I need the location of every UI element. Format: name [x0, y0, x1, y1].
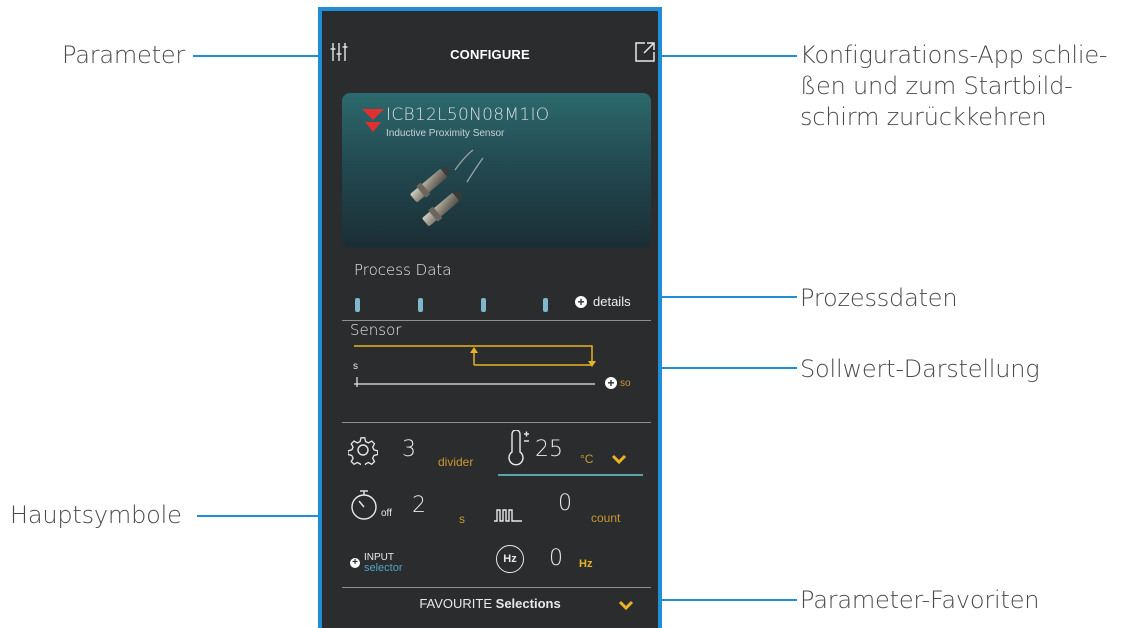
temperature-underline — [498, 474, 643, 476]
so-button[interactable]: + so — [605, 377, 631, 389]
brand-logo-icon — [362, 109, 384, 133]
app-screen: CONFIGURE ICB12L50N08M1IO Inductive Prox… — [322, 11, 658, 628]
callout-close-app-line1: Konfigurations-App schlie- — [800, 41, 1108, 69]
sensor-label: Sensor — [350, 321, 402, 339]
favourite-bold: Selections — [495, 596, 561, 611]
callout-close-app: Konfigurations-App schlie- ßen und zum S… — [800, 40, 1108, 133]
callout-line-process-data — [640, 296, 797, 298]
external-link-icon[interactable] — [634, 41, 656, 63]
selector-label: selector — [364, 562, 403, 574]
favourite-prefix: FAVOURITE — [419, 596, 493, 611]
favourite-selections[interactable]: FAVOURITE Selections — [322, 596, 658, 611]
frequency-value: 0 — [549, 546, 563, 571]
chevron-down-icon[interactable] — [618, 598, 634, 611]
thermometer-icon[interactable] — [506, 429, 530, 466]
process-data-label: Process Data — [354, 261, 452, 279]
stopwatch-icon[interactable] — [350, 489, 380, 521]
hz-icon[interactable]: Hz — [496, 545, 524, 573]
details-label: details — [593, 294, 631, 309]
temperature-unit: °C — [580, 452, 594, 466]
phone-frame: CONFIGURE ICB12L50N08M1IO Inductive Prox… — [318, 7, 662, 628]
device-card: ICB12L50N08M1IO Inductive Proximity Sens… — [342, 93, 651, 248]
page-title: CONFIGURE — [450, 47, 530, 62]
process-data-bar-1 — [355, 298, 360, 312]
divider-unit: divider — [438, 455, 474, 469]
s-label: s — [353, 361, 358, 372]
divider — [342, 587, 651, 588]
device-type: Inductive Proximity Sensor — [386, 128, 505, 139]
callout-process-data: Prozessdaten — [800, 284, 958, 312]
counter-unit: count — [591, 511, 621, 525]
divider-value: 3 — [402, 437, 416, 462]
divider — [342, 422, 651, 423]
chevron-down-icon[interactable] — [611, 452, 627, 465]
temperature-value: 25 — [535, 437, 563, 462]
device-model: ICB12L50N08M1IO — [386, 105, 550, 125]
sensor-image — [397, 148, 487, 238]
process-data-bar-3 — [481, 298, 486, 312]
input-selector-button[interactable]: + INPUT selector — [350, 552, 403, 574]
pulse-icon[interactable] — [494, 508, 522, 522]
callout-line-favourites — [645, 599, 797, 601]
callout-setpoint: Sollwert-Darstellung — [800, 355, 1040, 383]
timer-unit: s — [459, 512, 465, 526]
plus-circle-icon: + — [575, 295, 587, 308]
callout-line-setpoint — [640, 367, 797, 369]
timer-value: 2 — [412, 493, 426, 518]
process-data-bar-2 — [418, 298, 423, 312]
so-label: so — [620, 377, 631, 389]
callout-line-close-app — [660, 55, 797, 57]
callout-main-icons: Hauptsymbole — [10, 501, 182, 529]
callout-parameter: Parameter — [62, 41, 186, 69]
frequency-unit: Hz — [579, 558, 593, 570]
plus-circle-icon: + — [350, 558, 360, 568]
timer-suffix: off — [381, 508, 392, 519]
callout-close-app-line3: schirm zurückkehren — [800, 103, 1047, 131]
setpoint-graph[interactable] — [347, 341, 647, 391]
counter-value: 0 — [558, 491, 572, 516]
plus-circle-icon: + — [605, 377, 617, 389]
details-button[interactable]: + details — [575, 294, 631, 309]
process-data-bar-4 — [543, 298, 548, 312]
callout-favourites: Parameter-Favoriten — [800, 586, 1040, 614]
gear-icon[interactable] — [347, 435, 379, 469]
callout-close-app-line2: ßen und zum Startbild- — [800, 72, 1073, 100]
callout-line-parameter — [193, 55, 320, 57]
hz-icon-text: Hz — [503, 553, 517, 565]
